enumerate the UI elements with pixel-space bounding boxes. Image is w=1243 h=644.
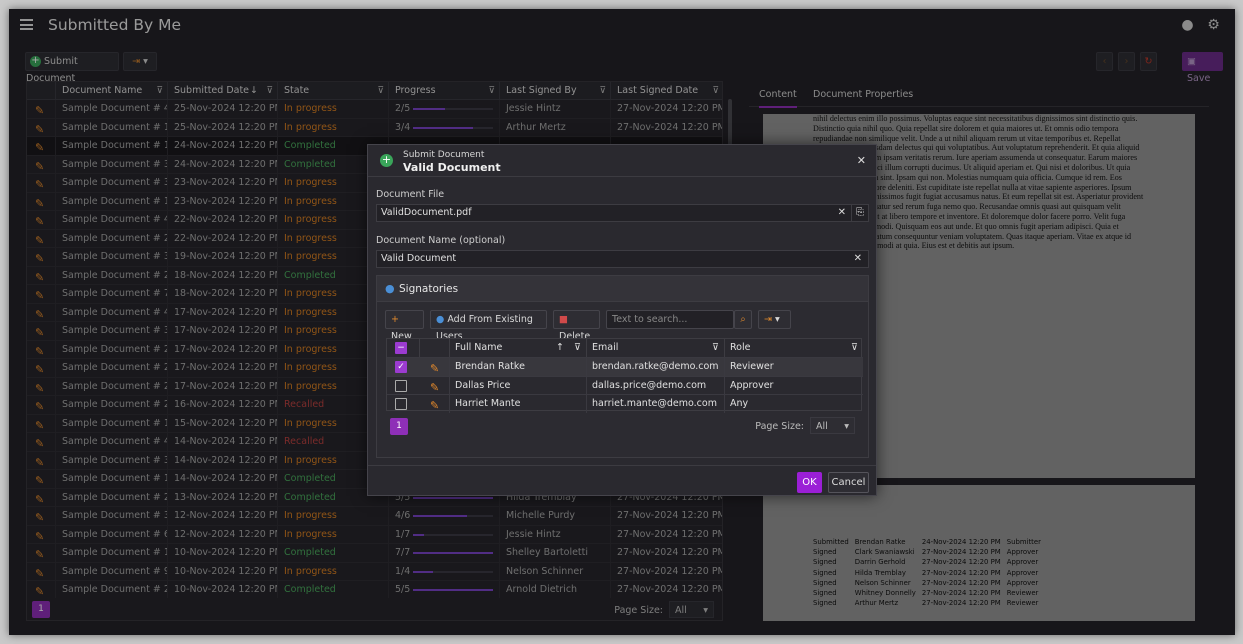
signatory-row[interactable]: ✎ Dallas Price dallas.price@demo.com Approv…	[387, 375, 863, 395]
ok-button[interactable]: OK	[797, 472, 822, 493]
signatories-header: ● Signatories	[377, 276, 868, 302]
pencil-icon[interactable]: ✎	[430, 397, 439, 415]
export-button[interactable]: ⇥ ▾	[758, 310, 791, 329]
paperclip-icon[interactable]: ⎘	[851, 205, 868, 221]
signatories-panel: ● Signatories + New ● Add From Existing …	[376, 275, 869, 458]
document-file-label: Document File	[376, 189, 445, 200]
role-header[interactable]: Role ⊽	[724, 339, 863, 357]
signatories-page-size-select[interactable]: All	[810, 417, 855, 435]
signatories-page-size: Page Size: All	[755, 417, 855, 435]
cancel-button[interactable]: Cancel	[828, 472, 869, 493]
app-window: Submitted By Me ● ⚙ + Submit Document ⇥ ▾…	[9, 9, 1235, 635]
filter-icon[interactable]: ⊽	[851, 339, 858, 357]
signatory-name-cell: Harriet Mante	[449, 395, 586, 413]
select-all-checkbox[interactable]: −	[395, 342, 407, 354]
submit-document-dialog: + Submit Document Valid Document ✕ Docum…	[367, 144, 877, 496]
filter-icon[interactable]: ⊽	[574, 339, 581, 357]
signatory-row[interactable]: ✎ Harriet Mante harriet.mante@demo.com Any	[387, 394, 863, 413]
trash-icon: ■	[559, 314, 568, 325]
export-icon: ⇥	[764, 314, 772, 325]
document-file-field[interactable]: ValidDocument.pdf ✕ ⎘	[376, 204, 869, 222]
select-all-header: −	[387, 339, 419, 357]
user-icon: ●	[385, 282, 395, 295]
signatory-name-cell: Dallas Price	[449, 376, 586, 395]
dialog-footer: OK Cancel	[368, 465, 876, 495]
row-checkbox[interactable]	[395, 379, 407, 392]
add-existing-users-button[interactable]: ● Add From Existing Users	[430, 310, 547, 342]
clear-icon[interactable]: ✕	[854, 251, 862, 267]
delete-button[interactable]: ■ Delete	[553, 310, 600, 342]
signatory-role-cell: Approver	[724, 376, 863, 395]
dialog-title: Valid Document	[403, 161, 501, 174]
signatories-title: Signatories	[399, 283, 459, 295]
clear-icon[interactable]: ✕	[838, 205, 846, 221]
filter-icon[interactable]: ⊽	[712, 339, 719, 357]
signatory-role-cell: Reviewer	[724, 358, 863, 376]
close-icon[interactable]: ✕	[857, 154, 866, 167]
dialog-subtitle: Submit Document	[403, 150, 485, 160]
signatory-role-cell: Any	[724, 395, 863, 413]
row-checkbox[interactable]	[395, 398, 407, 410]
row-checkbox[interactable]: ✓	[395, 361, 407, 373]
search-input[interactable]: Text to search...	[606, 310, 734, 329]
fullname-header[interactable]: Full Name ↑ ⊽	[449, 339, 586, 357]
signatories-page-1[interactable]: 1	[390, 418, 408, 435]
email-header[interactable]: Email ⊽	[586, 339, 724, 357]
signatory-email-cell: brendan.ratke@demo.com	[586, 358, 724, 376]
plus-icon: +	[391, 314, 399, 325]
signatory-name-cell: Brendan Ratke	[449, 358, 586, 376]
signatories-grid: − Full Name ↑ ⊽ Email ⊽ Role ⊽ ✓ ✎ Brendan Rat…	[386, 338, 863, 413]
signatory-email-cell: harriet.mante@demo.com	[586, 395, 724, 413]
signatory-email-cell: dallas.price@demo.com	[586, 376, 724, 395]
dialog-header: + Submit Document Valid Document ✕	[368, 145, 876, 177]
edit-column-header	[419, 339, 449, 357]
new-button[interactable]: + New	[385, 310, 424, 342]
plus-icon: +	[380, 153, 393, 167]
search-icon[interactable]: ⌕	[734, 310, 752, 329]
sort-asc-icon: ↑	[556, 342, 564, 353]
signatory-row[interactable]: ✓ ✎ Brendan Ratke brendan.ratke@demo.com Rev…	[387, 357, 863, 376]
document-name-field[interactable]: Valid Document ✕	[376, 250, 869, 268]
add-user-icon: ●	[436, 314, 445, 325]
document-name-label: Document Name (optional)	[376, 235, 506, 246]
